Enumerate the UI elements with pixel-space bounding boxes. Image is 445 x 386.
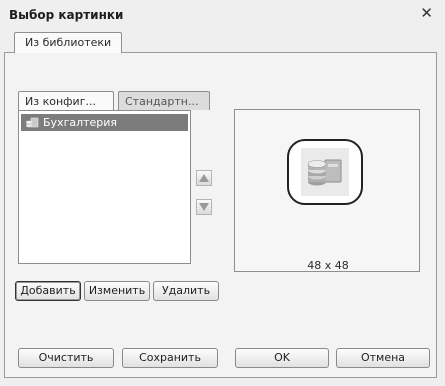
picture-size-label: 48 x 48 xyxy=(307,259,349,272)
tab-standard[interactable]: Стандартн... xyxy=(118,91,210,110)
ok-button[interactable]: OK xyxy=(235,348,329,368)
close-icon[interactable]: ✕ xyxy=(420,6,433,21)
move-down-button[interactable] xyxy=(196,199,212,215)
preview-image xyxy=(301,148,349,196)
clear-button[interactable]: Очистить xyxy=(18,348,114,368)
picture-preview: 48 x 48 xyxy=(234,109,420,272)
list-item-label: Бухгалтерия xyxy=(43,116,118,129)
dialog-title: Выбор картинки xyxy=(9,8,124,22)
list-item[interactable]: Бухгалтерия xyxy=(21,114,188,131)
delete-button[interactable]: Удалить xyxy=(153,281,219,301)
tab-from-library[interactable]: Из библиотеки xyxy=(14,32,123,53)
tab-from-configuration[interactable]: Из конфиг... xyxy=(18,91,114,110)
cancel-button[interactable]: Отмена xyxy=(336,348,430,368)
coins-card-icon xyxy=(307,159,342,186)
arrow-down-icon xyxy=(199,203,209,211)
add-button[interactable]: Добавить xyxy=(15,281,81,301)
coins-card-icon xyxy=(25,117,39,129)
picture-list[interactable]: Бухгалтерия xyxy=(18,110,191,264)
preview-highlight xyxy=(287,139,363,205)
arrow-up-icon xyxy=(199,174,209,182)
title-bar: Выбор картинки ✕ xyxy=(0,0,445,30)
edit-button[interactable]: Изменить xyxy=(84,281,150,301)
move-up-button[interactable] xyxy=(196,170,212,186)
picture-picker-dialog: Выбор картинки ✕ Из библиотеки Из конфиг… xyxy=(0,0,445,386)
save-button[interactable]: Сохранить xyxy=(122,348,218,368)
